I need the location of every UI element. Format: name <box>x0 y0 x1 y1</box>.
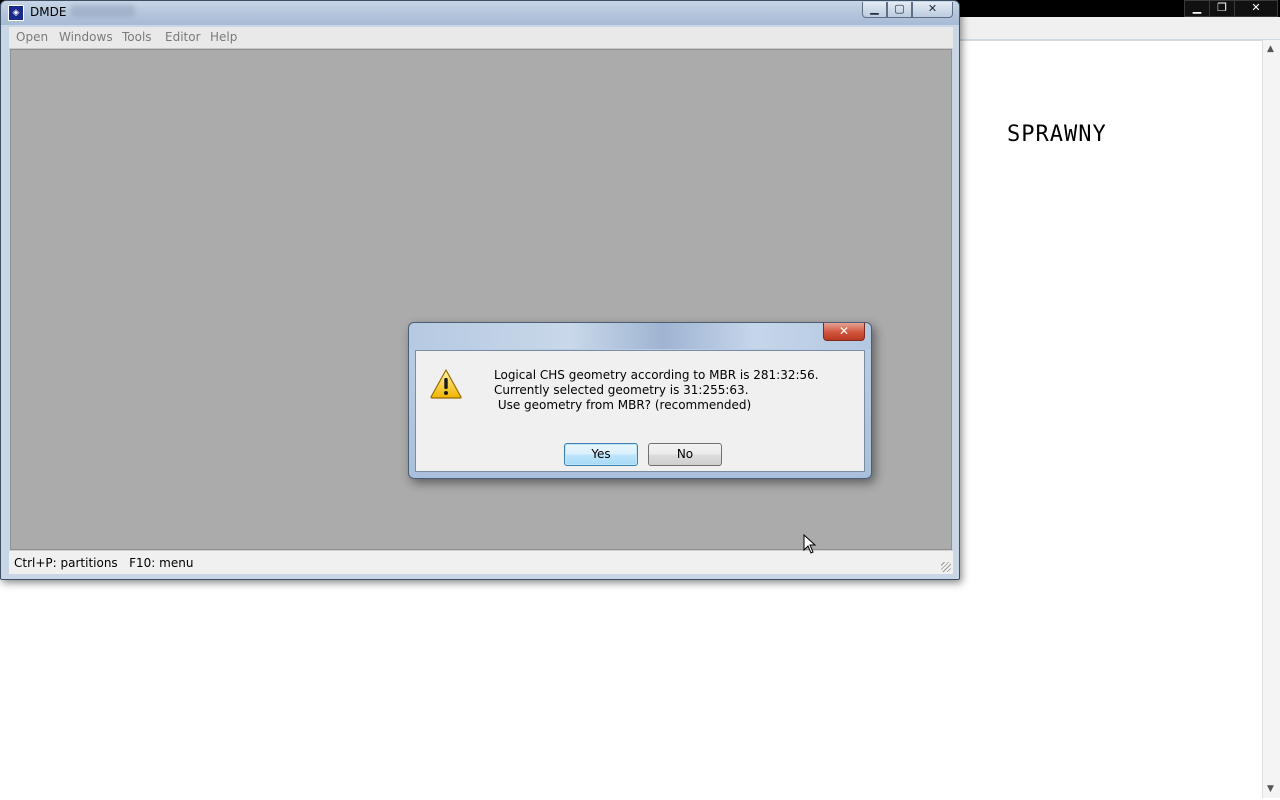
dmde-titlebar[interactable]: ◈ DMDE ▁ ▢ ✕ <box>1 1 959 25</box>
background-minimize-button[interactable]: ▁ <box>1184 0 1210 17</box>
menu-help[interactable]: Help <box>210 30 237 44</box>
yes-button[interactable]: Yes <box>564 443 638 466</box>
maximize-button[interactable]: ▢ <box>887 2 912 18</box>
background-document-text: SPRAWNY <box>1007 122 1107 147</box>
menu-windows[interactable]: Windows <box>59 30 113 44</box>
menu-editor[interactable]: Editor <box>165 30 201 44</box>
background-restore-button[interactable]: ❐ <box>1209 0 1235 17</box>
dialog-message-line-3: Use geometry from MBR? (recommended) <box>494 398 752 412</box>
close-button[interactable]: ✕ <box>912 2 953 18</box>
dialog-message-line-2: Currently selected geometry is 31:255:63… <box>494 383 749 397</box>
dialog-titlebar[interactable]: ✕ <box>409 323 871 349</box>
dmde-app-icon[interactable]: ◈ <box>8 5 24 21</box>
geometry-dialog: ✕ Logical CHS geometry according to MBR … <box>408 322 872 479</box>
dialog-body: Logical CHS geometry according to MBR is… <box>415 350 865 472</box>
scroll-up-arrow-icon[interactable]: ▲ <box>1267 44 1274 54</box>
menu-open[interactable]: Open <box>16 30 48 44</box>
minimize-button[interactable]: ▁ <box>862 2 887 18</box>
resize-grip-icon[interactable] <box>941 562 951 572</box>
warning-icon <box>430 369 462 399</box>
menubar: Open Windows Tools Editor Help <box>9 27 953 49</box>
window-title-blurred-region <box>71 5 135 17</box>
window-title: DMDE <box>30 5 67 19</box>
background-vertical-scrollbar[interactable]: ▲ ▼ <box>1262 40 1280 798</box>
background-close-button[interactable]: ✕ <box>1234 0 1278 17</box>
mouse-cursor-icon <box>803 534 817 554</box>
status-text: Ctrl+P: partitions F10: menu <box>14 556 194 570</box>
dmde-window: ◈ DMDE ▁ ▢ ✕ Open Windows Tools Editor H… <box>0 0 960 580</box>
scroll-down-arrow-icon[interactable]: ▼ <box>1267 784 1274 794</box>
dialog-close-button[interactable]: ✕ <box>823 323 865 341</box>
menu-tools[interactable]: Tools <box>122 30 152 44</box>
dialog-message-line-1: Logical CHS geometry according to MBR is… <box>494 368 819 382</box>
no-button[interactable]: No <box>648 443 722 466</box>
